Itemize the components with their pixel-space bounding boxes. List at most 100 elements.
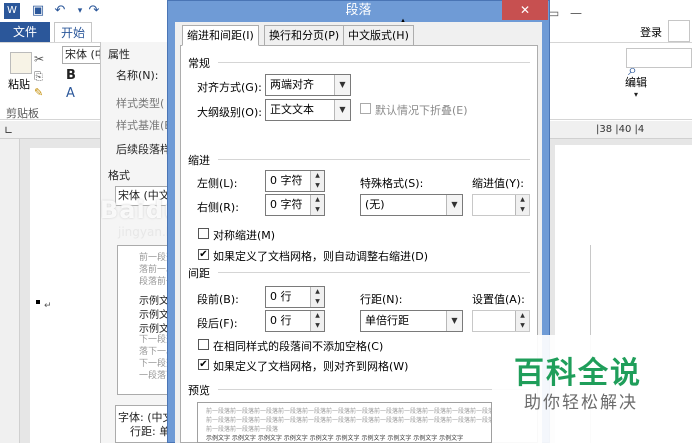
style-description-line: 行距: 单 — [130, 425, 171, 438]
save-icon[interactable]: ▣ — [30, 3, 46, 19]
spin-down-icon[interactable]: ▼ — [516, 321, 529, 331]
document-page[interactable] — [30, 148, 110, 443]
spacing-section-title: 间距 — [188, 267, 210, 280]
special-indent-label: 特殊格式(S): — [360, 177, 424, 190]
style-preview-line: 示例文 — [139, 310, 169, 321]
spin-down-icon[interactable]: ▼ — [516, 205, 529, 215]
spin-down-icon[interactable]: ▼ — [311, 181, 324, 191]
edit-button[interactable]: 编辑 — [625, 74, 647, 90]
indent-left-value: 0 字符 — [270, 174, 303, 187]
next-style-label: 后续段落样 — [116, 143, 171, 156]
spin-up-icon[interactable]: ▲ — [311, 287, 324, 297]
chevron-down-icon: ▼ — [334, 100, 350, 120]
spin-down-icon[interactable]: ▼ — [311, 205, 324, 215]
outline-level-value: 正文文本 — [270, 103, 314, 116]
paste-button[interactable]: 粘贴 — [8, 76, 30, 92]
undo-icon[interactable]: ↶ — [52, 3, 68, 19]
snap-to-grid-label: 如果定义了文档网格，则对齐到网格(W) — [213, 360, 409, 373]
style-base-label: 样式基准(B — [116, 119, 172, 132]
vertical-ruler — [0, 139, 20, 443]
divider — [218, 159, 530, 160]
spacing-at-input[interactable]: ▲ ▼ — [472, 310, 530, 332]
special-indent-select[interactable]: (无) ▼ — [360, 194, 463, 216]
line-spacing-value: 单倍行距 — [365, 314, 409, 327]
style-name-label: 名称(N): — [116, 69, 159, 82]
format-section-label: 格式 — [108, 169, 130, 182]
spin-up-icon[interactable]: ▲ — [311, 195, 324, 205]
spacing-after-input[interactable]: 0 行 ▲ ▼ — [265, 310, 325, 332]
spin-down-icon[interactable]: ▼ — [311, 321, 324, 331]
account-icon[interactable] — [668, 20, 690, 42]
alignment-select[interactable]: 两端对齐 ▼ — [265, 74, 351, 96]
tab-indent-spacing[interactable]: 缩进和间距(I) — [182, 25, 259, 46]
no-space-same-style-label: 在相同样式的段落间不添加空格(C) — [213, 340, 384, 353]
text-effects-icon[interactable]: A — [66, 86, 75, 101]
chevron-down-icon: ▼ — [446, 195, 462, 215]
spin-down-icon[interactable]: ▼ — [311, 297, 324, 307]
indent-right-value: 0 字符 — [270, 198, 303, 211]
preview-section-title: 预览 — [188, 384, 210, 397]
cut-icon[interactable]: ✂ — [34, 52, 44, 66]
clipboard-group-label: 剪贴板 — [6, 107, 39, 120]
special-indent-value: (无) — [365, 198, 385, 211]
login-link[interactable]: 登录 — [640, 24, 662, 40]
indent-right-label: 右侧(R): — [197, 201, 239, 214]
style-preview-line: 示例文 — [139, 296, 169, 307]
spin-up-icon[interactable]: ▲ — [311, 311, 324, 321]
mirror-indent-checkbox[interactable] — [198, 228, 209, 239]
collapse-label: 默认情况下折叠(E) — [375, 104, 468, 117]
line-spacing-select[interactable]: 单倍行距 ▼ — [360, 310, 463, 332]
indent-section-title: 缩进 — [188, 154, 210, 167]
baike-watermark-subtitle: 助你轻松解决 — [524, 393, 638, 413]
alignment-value: 两端对齐 — [270, 78, 314, 91]
indent-left-input[interactable]: 0 字符 ▲ ▼ — [265, 170, 325, 192]
auto-adjust-indent-label: 如果定义了文档网格，则自动调整右缩进(D) — [213, 250, 429, 263]
snap-to-grid-checkbox[interactable]: ✔ — [198, 359, 209, 370]
preview-line: 前一段落前一段落前一段落前一段落前一段落前一段落前一段落前一段落前一段落前一段落… — [206, 417, 492, 424]
copy-icon[interactable]: ⎘ — [34, 70, 43, 84]
chevron-down-icon: ▼ — [446, 311, 462, 331]
edit-dropdown-icon[interactable]: ▾ — [634, 90, 638, 99]
auto-adjust-indent-checkbox[interactable]: ✔ — [198, 249, 209, 260]
tab-selector-icon[interactable]: ∟ — [4, 124, 13, 137]
tab-file[interactable]: 文件 — [0, 22, 50, 42]
spacing-before-value: 0 行 — [270, 290, 292, 303]
redo-icon[interactable]: ↷ — [86, 3, 102, 19]
outline-level-label: 大纲级别(O): — [197, 106, 262, 119]
spin-up-icon[interactable]: ▲ — [311, 171, 324, 181]
preview-line: 前一段落前一段落前一段落 — [206, 426, 279, 433]
spin-up-icon[interactable]: ▲ — [516, 195, 529, 205]
paragraph-bullet — [36, 300, 40, 304]
spin-up-icon[interactable]: ▲ — [516, 311, 529, 321]
tab-home[interactable]: 开始 — [54, 22, 92, 42]
format-painter-icon[interactable]: ✎ — [34, 86, 43, 99]
spacing-after-label: 段后(F): — [197, 317, 238, 330]
paragraph-mark-icon: ↵ — [44, 301, 52, 311]
indent-by-input[interactable]: ▲ ▼ — [472, 194, 530, 216]
tab-line-page-breaks[interactable]: 换行和分页(P) — [264, 25, 345, 46]
divider — [218, 272, 530, 273]
paragraph-preview: 前一段落前一段落前一段落前一段落前一段落前一段落前一段落前一段落前一段落前一段落… — [197, 402, 492, 443]
minimize-icon[interactable]: — — [570, 6, 582, 20]
collapse-checkbox[interactable] — [360, 103, 371, 114]
divider — [218, 389, 530, 390]
bold-icon[interactable]: B — [66, 68, 76, 83]
spacing-before-input[interactable]: 0 行 ▲ ▼ — [265, 286, 325, 308]
spacing-at-label: 设置值(A): — [472, 293, 525, 306]
outline-level-select[interactable]: 正文文本 ▼ — [265, 99, 351, 121]
style-properties-title: 属性 — [108, 48, 130, 61]
preview-line: 示例文字 示例文字 示例文字 示例文字 示例文字 示例文字 示例文字 示例文字 … — [206, 435, 464, 442]
font-name-combo[interactable]: 宋体 (中 — [62, 46, 102, 64]
tab-asian-typography[interactable]: 中文版式(H) — [343, 25, 414, 46]
indent-left-label: 左侧(L): — [197, 177, 238, 190]
baike-watermark-title: 百科全说 — [514, 356, 642, 391]
close-button[interactable]: ✕ — [502, 0, 548, 20]
alignment-label: 对齐方式(G): — [197, 81, 262, 94]
spacing-after-value: 0 行 — [270, 314, 292, 327]
indent-by-label: 缩进值(Y): — [472, 177, 525, 190]
preview-line: 前一段落前一段落前一段落前一段落前一段落前一段落前一段落前一段落前一段落前一段落… — [206, 408, 492, 415]
no-space-same-style-checkbox[interactable] — [198, 339, 209, 350]
indent-right-input[interactable]: 0 字符 ▲ ▼ — [265, 194, 325, 216]
clipboard-icon[interactable] — [10, 52, 32, 74]
ruler-marks: |38 |40 |4 — [596, 124, 645, 135]
